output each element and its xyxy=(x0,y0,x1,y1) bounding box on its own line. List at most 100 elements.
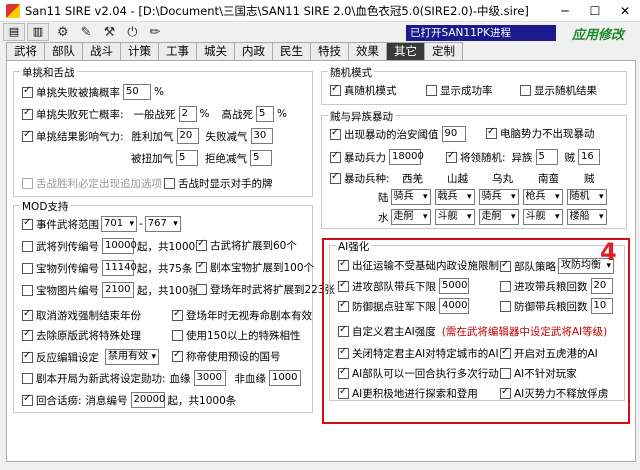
land-unit-select[interactable]: 随机 xyxy=(566,189,607,205)
land-unit-select[interactable]: 戟兵 xyxy=(434,189,475,205)
reaction-select[interactable]: 禁用有效 xyxy=(105,349,159,365)
unit: % xyxy=(277,108,288,120)
label: 将领随机: xyxy=(460,151,506,164)
checkbox[interactable] xyxy=(22,328,33,341)
water-unit-select[interactable]: 斗舰 xyxy=(434,209,475,225)
water-unit-select[interactable]: 走舸 xyxy=(390,209,431,225)
label: 陆 xyxy=(378,191,389,204)
tab-construction[interactable]: 工事 xyxy=(158,42,197,60)
treasure-bio-input[interactable]: 11140 xyxy=(102,260,137,276)
checkbox[interactable] xyxy=(22,217,33,230)
tab-general[interactable]: 武将 xyxy=(6,42,45,60)
power-icon[interactable]: ⏻ xyxy=(127,25,137,40)
random-group: 随机模式 真随机模式 显示成功率 显示随机结果 xyxy=(321,65,627,105)
window-title: San11 SIRE v2.04 - [D:\Document\三国志\SAN1… xyxy=(25,3,529,18)
checkbox[interactable] xyxy=(172,349,183,362)
checkbox[interactable] xyxy=(22,284,33,296)
label: 反应编辑设定 xyxy=(36,351,99,364)
tab-skills[interactable]: 特技 xyxy=(310,42,349,60)
checkbox[interactable] xyxy=(426,85,437,96)
checkbox[interactable] xyxy=(196,284,207,295)
land-unit-select[interactable]: 骑兵 xyxy=(478,189,519,205)
tab-effects[interactable]: 效果 xyxy=(348,42,387,60)
minimize-button[interactable]: ─ xyxy=(550,0,580,22)
win-morale-input[interactable]: 20 xyxy=(176,128,199,144)
event-from-select[interactable]: 701 xyxy=(101,216,137,232)
checkbox[interactable] xyxy=(330,83,341,96)
water-unit-select[interactable]: 楼船 xyxy=(566,209,607,225)
save-file-icon[interactable]: ▥ xyxy=(27,23,49,41)
high-death-input[interactable]: 5 xyxy=(256,106,275,122)
tab-battle[interactable]: 战斗 xyxy=(82,42,121,60)
checkbox[interactable] xyxy=(172,308,183,321)
tool-icon[interactable]: ⚒ xyxy=(104,25,116,40)
tab-other[interactable]: 其它 xyxy=(386,42,425,60)
land-unit-select[interactable]: 骑兵 xyxy=(390,189,431,205)
barbarian-count-input[interactable]: 5 xyxy=(535,149,558,165)
checkbox[interactable] xyxy=(486,126,497,139)
tab-livelihood[interactable]: 民生 xyxy=(272,42,311,60)
checkbox[interactable] xyxy=(520,85,531,96)
checkbox[interactable] xyxy=(330,150,341,163)
label: 暴动兵种: xyxy=(344,173,390,185)
checkbox[interactable] xyxy=(164,178,175,189)
checkbox[interactable] xyxy=(330,171,341,184)
label: 宝物图片编号 xyxy=(36,284,99,297)
nonblood-merit-input[interactable]: 1000 xyxy=(269,370,302,386)
tab-unit[interactable]: 部队 xyxy=(44,42,83,60)
label: 取消游戏强制结束年份 xyxy=(36,310,141,322)
checkbox[interactable] xyxy=(22,107,33,120)
group-title: 贼与异族暴动 xyxy=(328,109,395,124)
event-to-select[interactable]: 767 xyxy=(144,216,181,232)
lose-morale-input[interactable]: 30 xyxy=(250,128,273,144)
tab-domestic[interactable]: 内政 xyxy=(234,42,273,60)
column-header: 南蛮 xyxy=(538,173,559,185)
checkbox[interactable] xyxy=(22,129,33,142)
land-unit-select[interactable]: 枪兵 xyxy=(522,189,563,205)
apply-changes-button[interactable]: 应用修改 xyxy=(572,24,624,43)
bio-number-input[interactable]: 10000 xyxy=(102,238,137,254)
checkbox[interactable] xyxy=(22,262,33,274)
normal-death-input[interactable]: 2 xyxy=(178,106,197,122)
treasure-image-input[interactable]: 2100 xyxy=(102,282,134,298)
settings-icon[interactable]: ⚙ xyxy=(57,25,69,40)
title-bar: San11 SIRE v2.04 - [D:\Document\三国志\SAN1… xyxy=(0,0,640,22)
blood-merit-input[interactable]: 3000 xyxy=(193,370,226,386)
checkbox[interactable] xyxy=(22,178,33,189)
open-file-icon[interactable]: ▤ xyxy=(3,23,25,41)
checkbox[interactable] xyxy=(196,260,207,273)
label: 非血缘 xyxy=(234,372,267,385)
checkbox[interactable] xyxy=(330,127,341,140)
checkbox[interactable] xyxy=(22,393,33,406)
checkbox[interactable] xyxy=(196,238,207,251)
script-icon[interactable]: ✎ xyxy=(81,25,92,40)
checkbox[interactable] xyxy=(172,330,183,341)
riot-troops-input[interactable]: 18000 xyxy=(389,149,424,165)
checkbox[interactable] xyxy=(22,240,33,252)
capture-morale-input[interactable]: 5 xyxy=(176,150,198,166)
checkbox[interactable] xyxy=(22,350,33,363)
water-unit-select[interactable]: 斗舰 xyxy=(522,209,563,225)
column-header: 贼 xyxy=(584,173,595,185)
label: 回合话痨: xyxy=(36,394,82,407)
tab-strategy[interactable]: 计策 xyxy=(120,42,159,60)
tab-custom[interactable]: 定制 xyxy=(424,42,463,60)
riot-threshold-input[interactable]: 90 xyxy=(441,126,466,142)
message-number-input[interactable]: 20000 xyxy=(130,392,165,408)
capture-rate-input[interactable]: 50 xyxy=(123,84,151,100)
maximize-button[interactable]: ☐ xyxy=(580,0,610,22)
column-header: 山越 xyxy=(447,173,468,185)
column-header: 西羌 xyxy=(402,173,423,185)
checkbox[interactable] xyxy=(446,150,457,163)
close-button[interactable]: ✕ xyxy=(610,0,640,22)
annotation-marker: 4 xyxy=(600,238,617,266)
refuse-morale-input[interactable]: 5 xyxy=(250,150,272,166)
tab-city[interactable]: 城关 xyxy=(196,42,235,60)
label: - xyxy=(139,218,143,230)
bandit-count-input[interactable]: 16 xyxy=(578,149,601,165)
checkbox[interactable] xyxy=(22,372,33,384)
edit-icon[interactable]: ✏ xyxy=(150,25,161,40)
checkbox[interactable] xyxy=(22,85,33,98)
checkbox[interactable] xyxy=(22,308,33,321)
water-unit-select[interactable]: 走舸 xyxy=(478,209,519,225)
